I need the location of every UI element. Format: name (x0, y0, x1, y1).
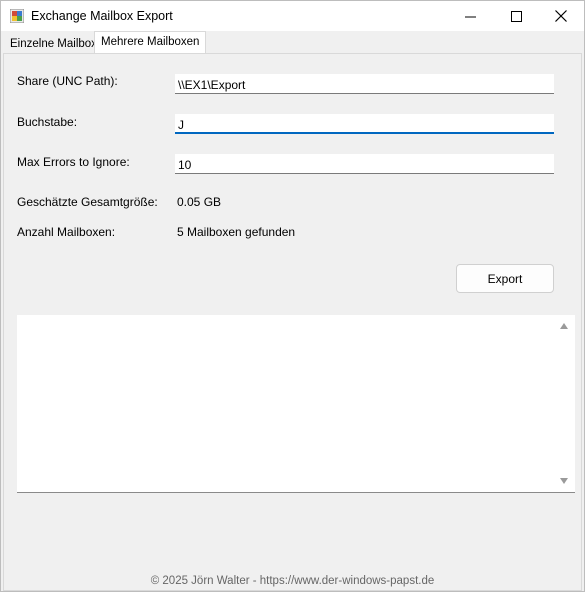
main-window: Exchange Mailbox Export Einzelne Mailbox… (0, 0, 585, 592)
share-input[interactable] (175, 74, 554, 94)
max-errors-label: Max Errors to Ignore: (17, 155, 130, 169)
count-label: Anzahl Mailboxen: (17, 225, 116, 239)
count-value: 5 Mailboxen gefunden (177, 225, 296, 239)
scroll-down-icon[interactable] (559, 476, 569, 486)
minimize-icon (464, 16, 476, 17)
letter-label: Buchstabe: (17, 115, 78, 129)
tab-einzelne-mailbox[interactable]: Einzelne Mailbox (4, 34, 103, 54)
export-button[interactable]: Export (456, 264, 554, 293)
log-textbox[interactable] (17, 315, 575, 493)
tab-mehrere-mailboxen[interactable]: Mehrere Mailboxen (94, 31, 207, 54)
maximize-icon (510, 10, 522, 22)
letter-input[interactable] (175, 114, 554, 134)
close-button[interactable] (538, 1, 584, 31)
tab-strip: Einzelne Mailbox Mehrere Mailboxen (1, 31, 584, 54)
max-errors-input[interactable] (175, 154, 554, 174)
scroll-up-icon[interactable] (559, 321, 569, 331)
window-title: Exchange Mailbox Export (31, 9, 173, 23)
share-label: Share (UNC Path): (17, 74, 118, 88)
title-bar[interactable]: Exchange Mailbox Export (1, 1, 584, 31)
size-value: 0.05 GB (177, 195, 222, 209)
app-icon (10, 9, 24, 23)
size-label: Geschätzte Gesamtgröße: (17, 195, 158, 209)
maximize-button[interactable] (493, 1, 539, 31)
footer-credit: © 2025 Jörn Walter - https://www.der-win… (150, 575, 435, 587)
minimize-button[interactable] (447, 1, 493, 31)
close-icon (555, 10, 567, 22)
